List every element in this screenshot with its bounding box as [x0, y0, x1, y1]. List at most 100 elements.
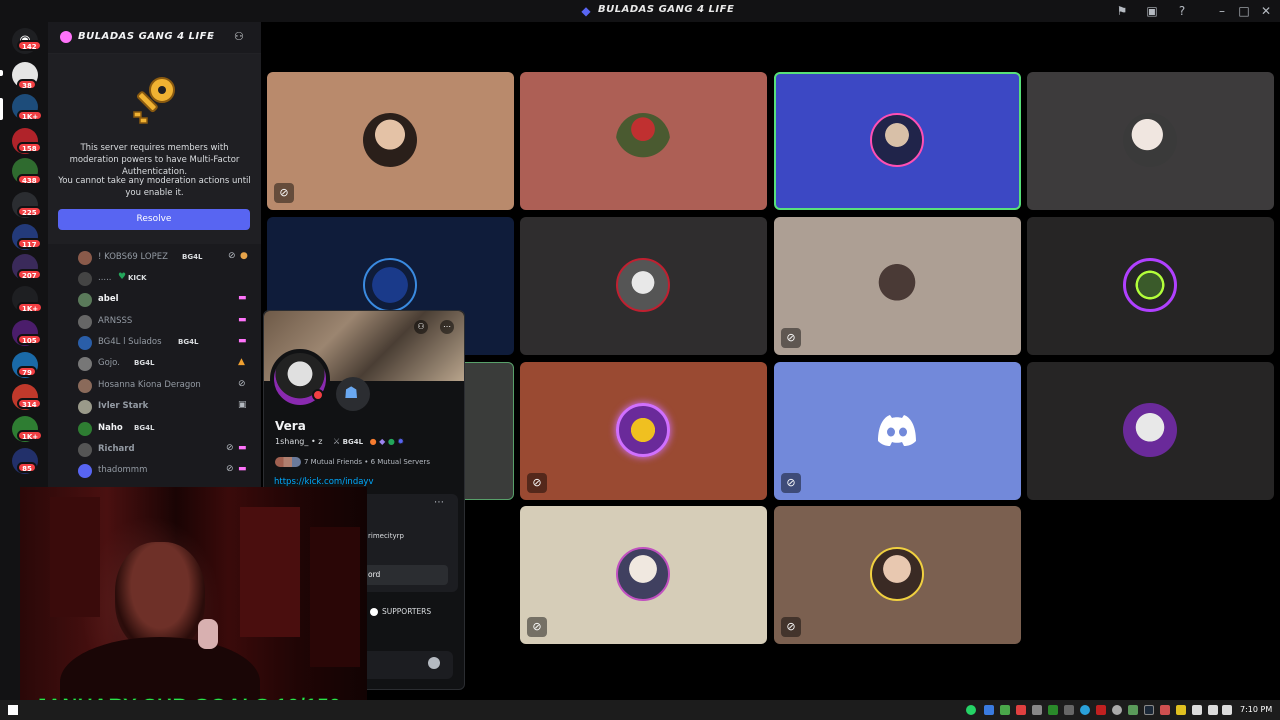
deafened-icon: ⊘ — [527, 617, 547, 637]
badge-1: 38 — [17, 79, 37, 90]
avatar — [78, 443, 92, 457]
server-header[interactable]: BULADAS GANG 4 LIFE ⌄ ⚇ — [48, 22, 261, 54]
profile-link[interactable]: https://kick.com/indayv — [274, 477, 373, 487]
mfa-submessage: You cannot take any moderation actions u… — [58, 176, 251, 198]
member-row[interactable]: Richard ⊘ ▬ — [78, 440, 258, 460]
minimize-icon[interactable]: – — [1214, 3, 1230, 19]
invite-people-icon[interactable]: ⚇ — [234, 30, 244, 43]
participant-avatar — [1123, 258, 1177, 312]
member-name: Hosanna Kiona Deragon — [98, 380, 201, 390]
screen-icon[interactable]: ▣ — [1144, 3, 1160, 19]
participant-avatar — [616, 403, 670, 457]
participant-avatar — [616, 113, 670, 167]
tray-icon[interactable] — [1016, 705, 1026, 715]
avatar — [78, 315, 92, 329]
heart-icon: ♥ — [118, 272, 127, 282]
whatsapp-icon[interactable] — [966, 705, 976, 715]
volume-icon[interactable] — [1222, 705, 1232, 715]
maximize-icon[interactable]: □ — [1236, 3, 1252, 19]
badge-9: 105 — [17, 334, 42, 345]
tray-icon[interactable] — [1160, 705, 1170, 715]
badge-3: 158 — [17, 142, 42, 153]
telegram-icon[interactable] — [1080, 705, 1090, 715]
member-name: Naho — [98, 423, 123, 433]
section-more-icon[interactable]: ⋯ — [434, 497, 444, 508]
participant-avatar — [616, 547, 670, 601]
member-row[interactable]: ARNSSS ▬ — [78, 312, 258, 332]
member-tag: BG4L — [134, 424, 155, 432]
help-icon[interactable]: ? — [1174, 3, 1190, 19]
windows-start-icon[interactable] — [8, 705, 18, 715]
participant-tile[interactable] — [1027, 72, 1274, 210]
tray-icon[interactable] — [1128, 705, 1138, 715]
steam-icon[interactable] — [1144, 705, 1154, 715]
add-friend-icon[interactable]: ⚇ — [414, 320, 428, 334]
member-name: thadommm — [98, 465, 148, 475]
bluetooth-icon[interactable] — [984, 705, 994, 715]
member-row[interactable]: Gojo. BG4L ▲ — [78, 354, 258, 374]
dnd-status-icon — [312, 389, 324, 401]
participant-tile[interactable]: ⊘ — [520, 506, 767, 644]
inbox-icon[interactable]: ⚑ — [1114, 3, 1130, 19]
tray-icon[interactable] — [1176, 705, 1186, 715]
mutual-servers[interactable]: 6 Mutual Servers — [371, 458, 430, 466]
badge-7: 207 — [17, 269, 42, 280]
member-row[interactable]: Ivler Stark ▣ — [78, 397, 258, 417]
discord-default-avatar-icon — [870, 403, 924, 457]
badge-12: 1K+ — [17, 430, 44, 441]
member-tag: BG4L — [182, 253, 203, 261]
participant-avatar — [616, 258, 670, 312]
participant-tile[interactable]: ⊘ — [267, 72, 514, 210]
member-row[interactable]: Hosanna Kiona Deragon ⊘ — [78, 376, 258, 396]
gamepad-icon: ▬ — [238, 293, 247, 303]
clock[interactable]: 7:10 PM — [1240, 705, 1272, 714]
battery-icon[interactable] — [1208, 705, 1218, 715]
unread-pill — [0, 70, 3, 76]
badge-5: 225 — [17, 206, 42, 217]
more-options-icon[interactable]: ⋯ — [440, 320, 454, 334]
tray-icon[interactable] — [1064, 705, 1074, 715]
member-row[interactable]: Naho BG4L — [78, 419, 258, 439]
connection-button[interactable]: ord — [364, 565, 448, 585]
participant-tile[interactable]: ⊘ — [774, 217, 1021, 355]
member-name: ARNSSS — [98, 316, 133, 326]
close-icon[interactable]: ✕ — [1258, 3, 1274, 19]
participant-tile[interactable] — [1027, 217, 1274, 355]
participant-tile[interactable] — [520, 217, 767, 355]
wifi-icon[interactable] — [1192, 705, 1202, 715]
participant-tile[interactable]: ⊘ — [774, 362, 1021, 500]
member-name: abel — [98, 294, 119, 304]
participant-tile[interactable]: ⊘ — [520, 362, 767, 500]
participant-tile[interactable]: ⊘ — [774, 506, 1021, 644]
mutual-avatars — [275, 457, 301, 467]
resolve-button[interactable]: Resolve — [58, 209, 250, 230]
deafened-icon: ⊘ — [228, 251, 236, 261]
tray-icon[interactable] — [1048, 705, 1058, 715]
selected-pill — [0, 98, 3, 120]
participant-tile[interactable] — [1027, 362, 1274, 500]
deafened-icon: ⊘ — [781, 328, 801, 348]
deafened-icon: ⊘ — [238, 379, 246, 389]
tray-icon[interactable] — [1096, 705, 1106, 715]
tray-icon[interactable] — [1112, 705, 1122, 715]
emoji-icon[interactable] — [428, 657, 440, 669]
tray-icon[interactable] — [1032, 705, 1042, 715]
member-row[interactable]: ! KOBS69 LOPEZ BG4L ⊘ ● — [78, 248, 258, 268]
avatar — [78, 400, 92, 414]
deafened-icon: ⊘ — [781, 473, 801, 493]
server-name: BULADAS GANG 4 LIFE — [78, 31, 215, 42]
participant-tile-speaking[interactable] — [774, 72, 1021, 210]
participant-tile[interactable] — [520, 72, 767, 210]
deafened-icon: ⊘ — [527, 473, 547, 493]
member-row[interactable]: thadommm ⊘ ▬ — [78, 461, 258, 481]
member-row[interactable]: ..... ♥ KICK — [78, 269, 258, 289]
gamepad-icon: ▬ — [238, 464, 247, 474]
badge-4: 438 — [17, 174, 42, 185]
avatar — [78, 357, 92, 371]
mutual-info[interactable]: 7 Mutual Friends • 6 Mutual Servers — [304, 458, 430, 466]
mutual-friends[interactable]: 7 Mutual Friends — [304, 458, 362, 466]
tray-icon[interactable] — [1000, 705, 1010, 715]
discord-small-icon: ◆ — [581, 4, 591, 18]
member-row[interactable]: BG4L l Sulados BG4L ▬ — [78, 333, 258, 353]
member-row[interactable]: abel ▬ — [78, 290, 258, 310]
